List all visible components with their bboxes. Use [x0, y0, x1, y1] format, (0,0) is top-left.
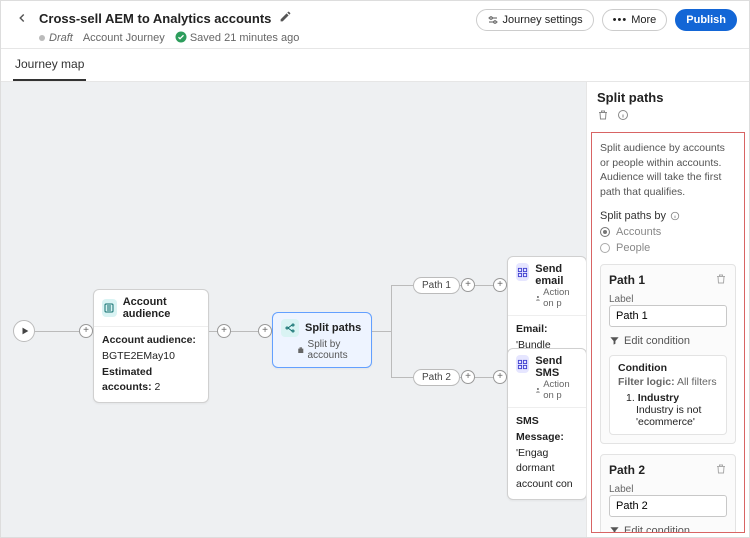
connector-line [35, 331, 79, 332]
trash-icon [715, 273, 727, 285]
path-name: Path 2 [609, 463, 645, 477]
path-label-input[interactable] [609, 495, 727, 517]
delete-path-button[interactable] [715, 463, 727, 478]
audience-icon [102, 299, 117, 317]
node-send-sms[interactable]: Send SMS Action on p SMS Message: 'Engag… [507, 348, 586, 500]
draft-status: Draft [39, 32, 73, 44]
back-button[interactable] [13, 9, 31, 27]
header-meta: Draft Account Journey Saved 21 minutes a… [13, 31, 476, 44]
title-row: Cross-sell AEM to Analytics accounts [13, 9, 476, 27]
node-body: Account audience: BGTE2EMay10 Estimated … [94, 327, 208, 402]
add-node-button[interactable]: + [258, 324, 272, 338]
add-node-button[interactable]: + [79, 324, 93, 338]
more-button[interactable]: ••• More [602, 9, 668, 31]
condition-summary: Condition Filter logic: All filters 1. I… [609, 355, 727, 435]
path-chip[interactable]: Path 1 [413, 277, 460, 294]
journey-start-node[interactable] [13, 320, 35, 342]
path-config-block: Path 2 Label Edit condition Con [600, 454, 736, 533]
split-icon [281, 319, 299, 337]
panel-help-text: Split audience by accounts or people wit… [600, 141, 736, 200]
person-icon [535, 294, 541, 302]
path-chip[interactable]: Path 2 [413, 369, 460, 386]
path-config-block: Path 1 Label Edit condition Con [600, 264, 736, 444]
edit-title-icon[interactable] [279, 10, 292, 26]
add-node-button[interactable]: + [461, 278, 475, 292]
app-root: Cross-sell AEM to Analytics accounts Dra… [0, 0, 750, 538]
delete-path-button[interactable] [715, 273, 727, 288]
edit-condition-button[interactable]: Edit condition [609, 333, 727, 349]
journey-canvas[interactable]: + Account audience Account audience: BGT… [1, 82, 586, 537]
path-label-input[interactable] [609, 305, 727, 327]
journey-settings-button[interactable]: Journey settings [476, 9, 594, 31]
status-dot-icon [39, 35, 45, 41]
add-node-button[interactable]: + [461, 370, 475, 384]
node-header: Send email Action on p [508, 257, 586, 316]
radio-icon [600, 243, 610, 253]
info-icon[interactable] [670, 211, 680, 221]
publish-button[interactable]: Publish [675, 9, 737, 31]
play-icon [20, 326, 30, 336]
connector-line [391, 285, 392, 377]
connector-line [204, 331, 258, 332]
path-name: Path 1 [609, 273, 645, 287]
action-icon [516, 263, 529, 281]
connector-line [391, 377, 413, 378]
label-field-label: Label [609, 294, 727, 305]
trash-icon [715, 463, 727, 475]
info-icon [617, 109, 629, 121]
tab-journey-map[interactable]: Journey map [13, 49, 86, 81]
panel-title: Split paths [597, 90, 739, 105]
header-right: Journey settings ••• More Publish [476, 9, 737, 31]
node-account-audience[interactable]: Account audience Account audience: BGTE2… [93, 289, 209, 403]
split-by-label: Split paths by [600, 210, 736, 222]
add-node-button[interactable]: + [493, 278, 507, 292]
delete-node-button[interactable] [597, 109, 609, 124]
app-header: Cross-sell AEM to Analytics accounts Dra… [1, 1, 749, 49]
gear-icon [487, 14, 499, 26]
radio-accounts[interactable]: Accounts [600, 226, 736, 238]
ellipsis-icon: ••• [613, 14, 628, 26]
connector-line [391, 285, 413, 286]
saved-status: Saved 21 minutes ago [175, 31, 300, 44]
node-subtitle: Split by accounts [273, 339, 371, 367]
panel-header: Split paths [587, 82, 749, 128]
page-title: Cross-sell AEM to Analytics accounts [39, 11, 271, 26]
filter-icon [609, 525, 620, 533]
header-left: Cross-sell AEM to Analytics accounts Dra… [13, 9, 476, 44]
add-node-button[interactable]: + [493, 370, 507, 384]
radio-people[interactable]: People [600, 242, 736, 254]
panel-body: Split audience by accounts or people wit… [591, 132, 745, 533]
info-button[interactable] [617, 109, 629, 124]
trash-icon [597, 109, 609, 121]
tabs-bar: Journey map [1, 49, 749, 82]
connector-line [371, 331, 391, 332]
checkmark-icon [175, 31, 187, 43]
edit-condition-button[interactable]: Edit condition [609, 523, 727, 533]
action-icon [516, 355, 529, 373]
main-area: + Account audience Account audience: BGT… [1, 82, 749, 537]
node-header: Account audience [94, 290, 208, 327]
node-header: Send SMS Action on p [508, 349, 586, 408]
add-node-button[interactable]: + [217, 324, 231, 338]
properties-panel: Split paths Split audience by accounts o… [586, 82, 749, 537]
node-body: SMS Message: 'Engag dormant account con [508, 408, 586, 499]
label-field-label: Label [609, 484, 727, 495]
filter-icon [609, 335, 620, 346]
accounts-icon [297, 346, 305, 355]
journey-type: Account Journey [83, 32, 165, 44]
person-icon [535, 386, 541, 394]
radio-icon [600, 227, 610, 237]
node-split-paths[interactable]: Split paths Split by accounts [272, 312, 372, 368]
